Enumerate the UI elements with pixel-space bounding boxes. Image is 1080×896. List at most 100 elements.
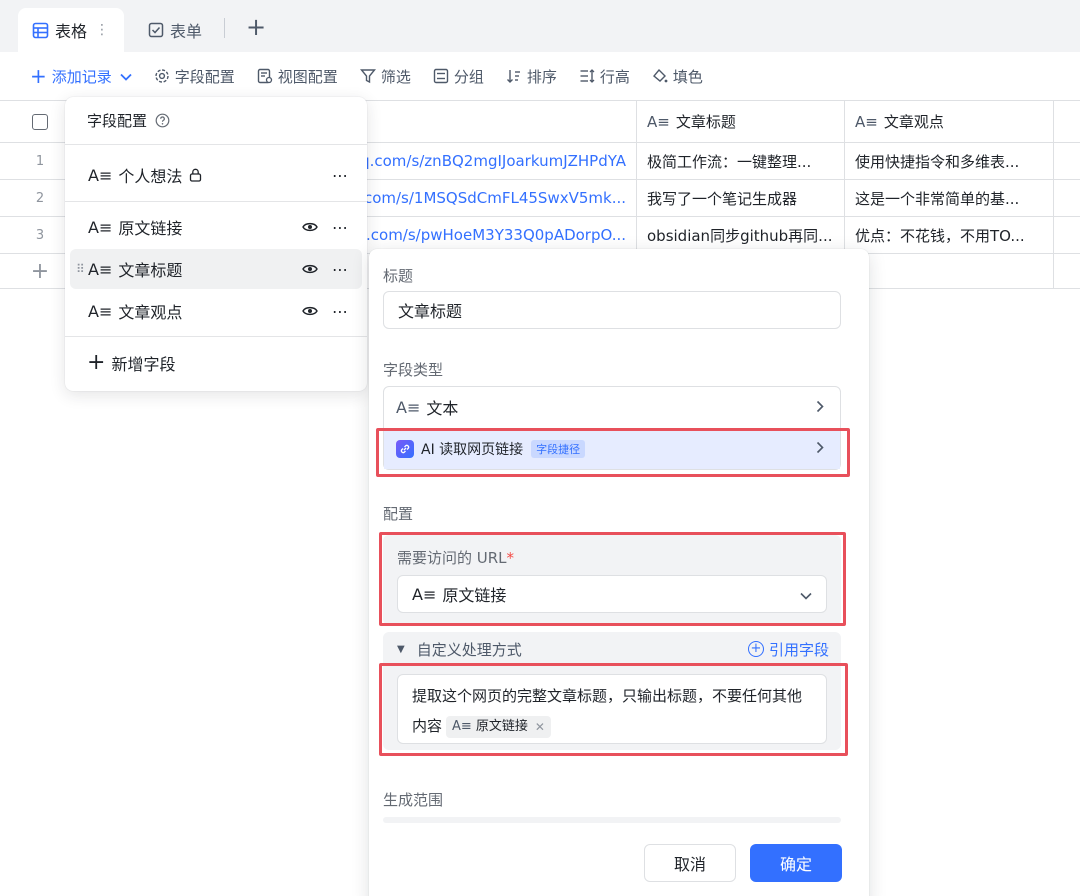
add-view-icon[interactable]: + [246, 13, 266, 41]
field-item-personal-thoughts[interactable]: A≡ 个人想法 ⋯ [70, 155, 362, 195]
view-cell[interactable]: 使用快捷指令和多维表... [845, 143, 1054, 179]
field-config-header: 字段配置 [65, 97, 367, 145]
filter-button[interactable]: 筛选 [359, 66, 411, 87]
field-reference-chip[interactable]: A≡ 原文链接 ✕ [446, 715, 551, 738]
view-cell[interactable]: 优点：不花钱，不用TO... [845, 217, 1054, 253]
group-icon [433, 68, 449, 84]
tab-more-icon[interactable]: ⋮ [95, 22, 109, 38]
title-label: 标题 [383, 267, 414, 285]
fill-color-label: 填色 [672, 67, 703, 86]
lock-icon [189, 168, 202, 182]
config-label: 配置 [383, 505, 414, 523]
field-title-input[interactable]: 文章标题 [383, 291, 841, 329]
header-title[interactable]: A≡ 文章标题 [637, 101, 845, 142]
more-icon[interactable]: ⋯ [332, 166, 348, 185]
add-record-button[interactable]: + 添加记录 [30, 66, 132, 87]
custom-processing-header[interactable]: ▼ 自定义处理方式 + 引用字段 [383, 632, 841, 666]
header-title-label: 文章标题 [675, 113, 736, 131]
title-cell[interactable]: 我写了一个笔记生成器 [637, 180, 845, 216]
view-config-icon [257, 68, 273, 84]
required-mark: * [506, 549, 515, 567]
url-field-value: 原文链接 [442, 586, 507, 605]
header-view-label: 文章观点 [883, 113, 944, 131]
cancel-button[interactable]: 取消 [644, 844, 736, 882]
reference-field-button[interactable]: + 引用字段 [747, 639, 829, 660]
field-item-label: 文章标题 [118, 261, 183, 280]
add-field-label: 新增字段 [111, 355, 176, 374]
row-height-button[interactable]: 行高 [579, 66, 630, 87]
field-item-article-view[interactable]: A≡ 文章观点 ⋯ [70, 291, 362, 331]
reference-field-label: 引用字段 [768, 640, 829, 659]
title-cell[interactable]: obsidian同步github再同... [637, 217, 845, 253]
field-type-ai-option[interactable]: AI 读取网页链接 字段捷径 [384, 429, 840, 469]
fill-color-button[interactable]: 填色 [652, 66, 703, 87]
more-icon[interactable]: ⋯ [332, 218, 348, 237]
drag-handle-icon[interactable]: ⠿ [76, 263, 86, 275]
chevron-down-icon[interactable] [120, 67, 132, 85]
add-field-button[interactable]: + 新增字段 [87, 351, 175, 375]
text-field-icon: A≡ [855, 112, 878, 131]
sort-button[interactable]: 排序 [506, 66, 557, 87]
field-config-menu: 字段配置 A≡ 个人想法 ⋯ A≡ 原文链接 ⋯ ⠿ A≡ 文章标题 ⋯ A≡ … [65, 97, 367, 391]
select-all-checkbox[interactable] [32, 113, 48, 130]
field-type-label: 字段类型 [383, 361, 444, 379]
plus-icon: + [30, 64, 47, 88]
field-type-selector: A≡ 文本 AI 读取网页链接 字段捷径 [383, 386, 841, 470]
view-toolbar: + 添加记录 字段配置 视图配置 筛选 分组 排序 行高 填色 [0, 52, 1080, 100]
tab-form[interactable]: 表单 [148, 8, 202, 52]
form-icon [148, 22, 164, 38]
row-height-icon [579, 68, 595, 84]
plus-icon: + [87, 350, 106, 375]
menu-divider [65, 336, 367, 337]
view-cell[interactable]: 这是一个非常简单的基... [845, 180, 1054, 216]
text-field-icon: A≡ [88, 301, 113, 321]
field-editor-panel: 标题 文章标题 字段类型 A≡ 文本 AI 读取网页链接 字段捷径 配置 需要访… [369, 249, 869, 896]
field-type-text-option[interactable]: A≡ 文本 [384, 387, 840, 427]
prompt-editor[interactable]: 提取这个网页的完整文章标题，只输出标题，不要任何其他内容 A≡ 原文链接 ✕ [397, 674, 827, 744]
text-field-icon: A≡ [452, 718, 472, 734]
eye-icon[interactable] [302, 260, 318, 279]
url-label: 需要访问的 URL* [397, 549, 515, 567]
row-height-label: 行高 [599, 67, 630, 86]
field-shortcut-badge: 字段捷径 [531, 440, 586, 458]
header-view[interactable]: A≡ 文章观点 [845, 101, 1054, 142]
group-label: 分组 [453, 67, 484, 86]
sort-label: 排序 [526, 67, 557, 86]
tab-table[interactable]: 表格 ⋮ [18, 8, 124, 52]
sort-icon [506, 68, 522, 84]
text-field-icon: A≡ [647, 112, 670, 131]
group-button[interactable]: 分组 [433, 66, 484, 87]
eye-icon[interactable] [302, 302, 318, 321]
more-icon[interactable]: ⋯ [332, 302, 348, 321]
confirm-button[interactable]: 确定 [750, 844, 842, 882]
ai-link-icon [396, 440, 414, 458]
close-icon[interactable]: ✕ [535, 716, 545, 738]
field-item-label: 文章观点 [118, 303, 183, 322]
chevron-down-icon [800, 585, 812, 604]
range-label: 生成范围 [383, 791, 444, 809]
row-spacer [1054, 217, 1080, 253]
view-tab-bar: 表格 ⋮ 表单 + [0, 0, 1080, 52]
paint-bucket-icon [652, 68, 668, 84]
eye-icon[interactable] [302, 218, 318, 237]
row-spacer [1054, 180, 1080, 216]
field-item-original-link[interactable]: A≡ 原文链接 ⋯ [70, 207, 362, 247]
view-config-button[interactable]: 视图配置 [257, 66, 338, 87]
filter-label: 筛选 [380, 67, 411, 86]
chip-label: 原文链接 [475, 718, 528, 734]
field-item-article-title[interactable]: ⠿ A≡ 文章标题 ⋯ [70, 249, 362, 289]
url-field-select[interactable]: A≡ 原文链接 [397, 575, 827, 613]
more-icon[interactable]: ⋯ [332, 260, 348, 279]
title-cell[interactable]: 极简工作流：一键整理... [637, 143, 845, 179]
collapse-triangle-icon[interactable]: ▼ [397, 644, 405, 655]
add-record-label: 添加记录 [51, 67, 112, 86]
prompt-wrapper: 提取这个网页的完整文章标题，只输出标题，不要任何其他内容 A≡ 原文链接 ✕ [383, 666, 841, 750]
range-control[interactable] [383, 817, 841, 823]
help-icon[interactable] [155, 113, 170, 128]
text-field-icon: A≡ [88, 217, 113, 237]
filter-icon [359, 68, 376, 84]
field-config-button[interactable]: 字段配置 [154, 66, 235, 87]
custom-processing-label: 自定义处理方式 [416, 640, 522, 659]
field-config-label: 字段配置 [174, 67, 235, 86]
tab-divider [224, 18, 225, 38]
